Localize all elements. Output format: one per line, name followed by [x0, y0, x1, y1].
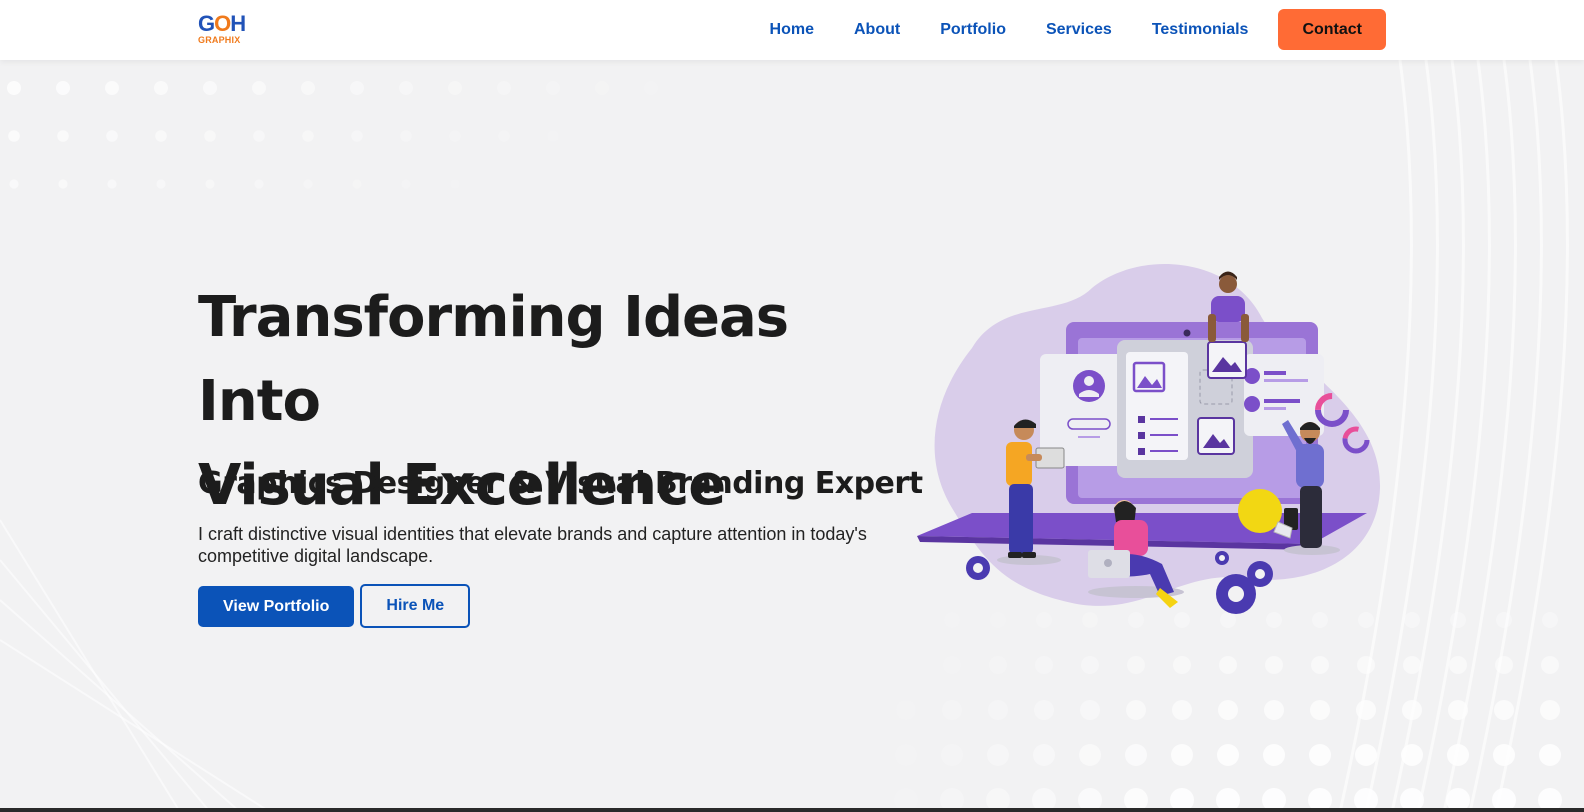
brand-logo[interactable]: GOH GRAPHIX	[198, 13, 250, 47]
hero-subtitle: Graphics Designer & Visual Branding Expe…	[198, 466, 923, 501]
nav-link-home[interactable]: Home	[770, 21, 814, 39]
hero-description: I craft distinctive visual identities th…	[198, 524, 867, 566]
hire-me-button[interactable]: Hire Me	[360, 584, 471, 628]
bottom-edge-divider	[0, 808, 1584, 812]
hero-buttons: View Portfolio Hire Me	[198, 584, 471, 628]
nav-link-services[interactable]: Services	[1046, 21, 1112, 39]
nav-link-about[interactable]: About	[854, 21, 900, 39]
view-portfolio-button[interactable]: View Portfolio	[198, 586, 355, 627]
nav-link-portfolio[interactable]: Portfolio	[940, 21, 1006, 39]
logo-subtext: GRAPHIX	[198, 35, 241, 45]
main-navigation: Home About Portfolio Services Testimonia…	[770, 9, 1386, 50]
top-navbar: GOH GRAPHIX Home About Portfolio Service…	[0, 0, 1584, 60]
hero-title-line-1: Transforming Ideas Into	[198, 285, 789, 434]
logo-mark: GOH	[198, 11, 246, 36]
nav-link-testimonials[interactable]: Testimonials	[1152, 21, 1249, 39]
hero-illustration	[912, 258, 1392, 618]
contact-button[interactable]: Contact	[1278, 9, 1386, 50]
